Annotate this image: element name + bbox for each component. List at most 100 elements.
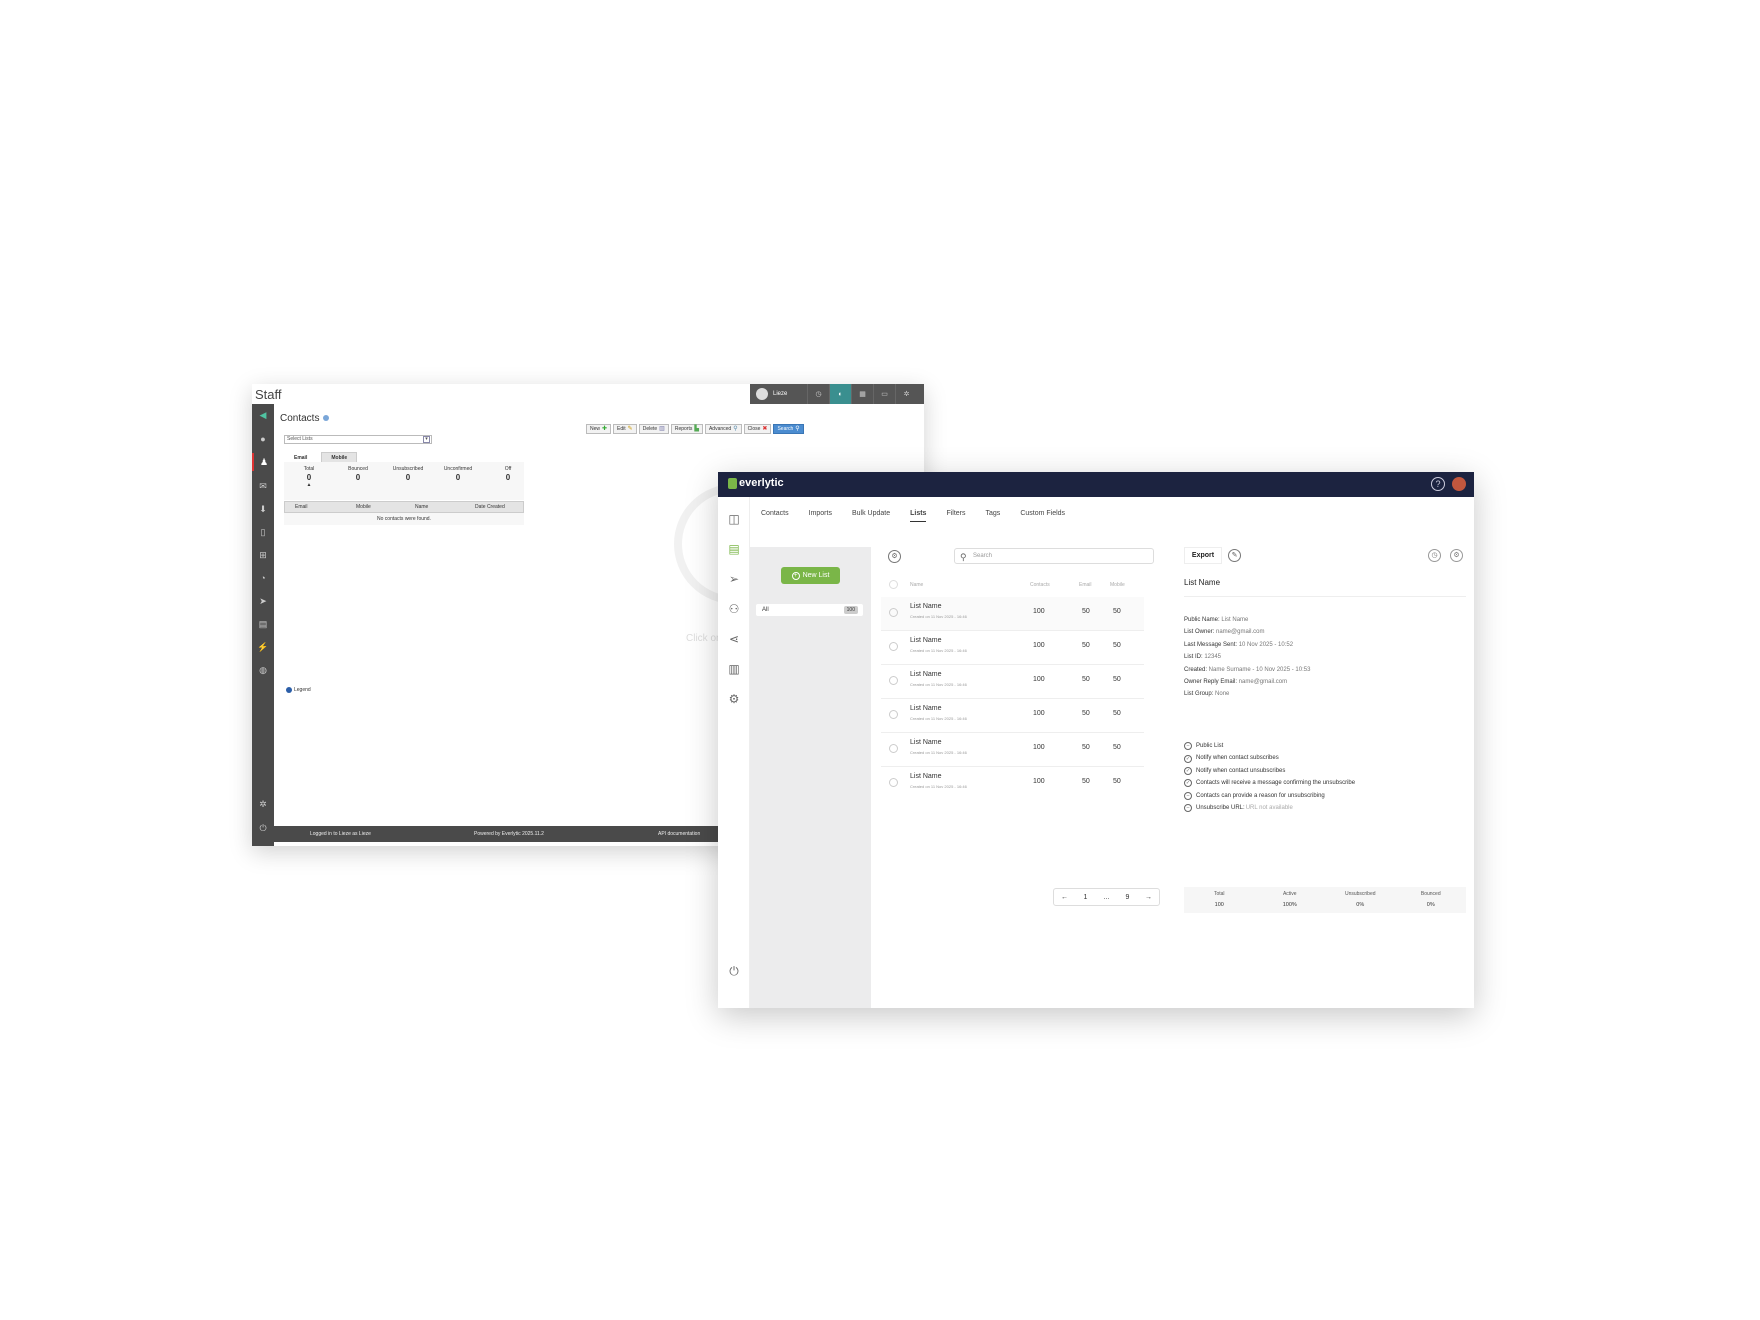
col-email[interactable]: Email xyxy=(1079,582,1092,588)
new-list-button[interactable]: + New List xyxy=(781,567,840,584)
info-value: List Name xyxy=(1219,617,1249,623)
tab-tags[interactable]: Tags xyxy=(986,510,1001,522)
info-label: List ID: xyxy=(1184,654,1203,661)
history-icon[interactable]: ◷ xyxy=(1428,549,1441,562)
old-globe-icon[interactable]: ◍ xyxy=(252,661,274,679)
workflow-icon[interactable]: ⚇ xyxy=(726,601,742,617)
table-row[interactable]: List Name Created on 11 Nov 2025 - 16:46… xyxy=(881,699,1144,733)
bar-chart-icon[interactable]: ▥ xyxy=(726,661,742,677)
info-value: None xyxy=(1213,691,1230,698)
row-checkbox[interactable] xyxy=(889,744,898,753)
send-icon[interactable]: ➢ xyxy=(726,571,742,587)
old-user-avatar[interactable] xyxy=(756,388,768,400)
col-name[interactable]: Name xyxy=(910,582,923,588)
old-help-icon[interactable] xyxy=(323,415,330,422)
help-icon[interactable]: ? xyxy=(1431,477,1445,491)
old-settings-icon[interactable]: ✲ xyxy=(252,795,274,813)
row-mobile: 50 xyxy=(1113,676,1121,683)
user-avatar[interactable] xyxy=(1452,477,1466,491)
pager-next-icon[interactable]: → xyxy=(1138,894,1159,901)
old-window-icon[interactable]: ▭ xyxy=(873,384,895,404)
old-palette-icon[interactable]: ◐ xyxy=(829,384,851,404)
row-checkbox[interactable] xyxy=(889,642,898,651)
old-send-icon[interactable]: ➤ xyxy=(252,592,274,610)
row-created: Created on 11 Nov 2025 - 16:46 xyxy=(910,784,967,789)
old-close-label: Close xyxy=(747,426,761,432)
pager-page-last[interactable]: 9 xyxy=(1117,894,1138,901)
row-checkbox[interactable] xyxy=(889,710,898,719)
old-search-button[interactable]: Search ⚲ xyxy=(773,424,804,434)
old-email-icon[interactable]: ✉ xyxy=(252,477,274,495)
option-notify-unsubscribe: ✓ Notify when contact unsubscribes xyxy=(1184,765,1355,777)
old-report-icon[interactable]: ▤ xyxy=(252,615,274,633)
old-new-button[interactable]: New ✚ xyxy=(586,424,612,434)
tab-bulk-update[interactable]: Bulk Update xyxy=(852,510,890,522)
summary-value: 100 xyxy=(1214,902,1224,908)
col-mobile[interactable]: Mobile xyxy=(1110,582,1125,588)
settings-icon[interactable]: ⚙ xyxy=(726,691,742,707)
old-palette-side-icon[interactable]: ◔ xyxy=(252,569,274,587)
list-groups-pane: + New List All 100 xyxy=(750,547,871,1008)
row-checkbox[interactable] xyxy=(889,778,898,787)
old-col-email[interactable]: Email xyxy=(295,504,308,510)
col-contacts[interactable]: Contacts xyxy=(1030,582,1050,588)
old-col-name[interactable]: Name xyxy=(415,504,428,510)
tab-contacts[interactable]: Contacts xyxy=(761,510,789,522)
table-row[interactable]: List Name Created on 11 Nov 2025 - 16:46… xyxy=(881,767,1144,801)
table-row[interactable]: List Name Created on 11 Nov 2025 - 16:46… xyxy=(881,631,1144,665)
old-col-mobile[interactable]: Mobile xyxy=(356,504,371,510)
row-created: Created on 11 Nov 2025 - 16:46 xyxy=(910,614,967,619)
old-contacts-icon[interactable]: ♟ xyxy=(252,453,274,471)
old-clock-icon[interactable]: ◷ xyxy=(807,384,829,404)
old-col-date-created[interactable]: Date Created xyxy=(475,504,505,510)
export-button[interactable]: Export xyxy=(1184,547,1222,564)
old-mobile-icon[interactable]: ▯ xyxy=(252,523,274,541)
old-legend-label: Legend xyxy=(294,687,311,693)
old-edit-label: Edit xyxy=(617,426,626,432)
tab-custom-fields[interactable]: Custom Fields xyxy=(1020,510,1065,522)
old-user-name[interactable]: Lieze xyxy=(773,391,807,397)
table-row[interactable]: List Name Created on 11 Nov 2025 - 16:46… xyxy=(881,597,1144,631)
pager-page-first[interactable]: 1 xyxy=(1075,894,1096,901)
old-delete-button[interactable]: Delete ▥ xyxy=(638,424,669,434)
old-footer-api-link[interactable]: API documentation xyxy=(658,831,700,837)
contacts-book-icon[interactable]: ▤ xyxy=(726,541,742,557)
old-list-select[interactable]: Select Lists ▾ xyxy=(284,435,432,444)
old-grid-icon[interactable]: ▦ xyxy=(851,384,873,404)
dashboard-icon[interactable]: ◫ xyxy=(726,511,742,527)
old-push-icon[interactable]: ⬇ xyxy=(252,500,274,518)
list-group-all[interactable]: All 100 xyxy=(756,604,863,616)
old-lightning-icon[interactable]: ⚡ xyxy=(252,638,274,656)
table-row[interactable]: List Name Created on 11 Nov 2025 - 16:46… xyxy=(881,733,1144,767)
table-row[interactable]: List Name Created on 11 Nov 2025 - 16:46… xyxy=(881,665,1144,699)
summary-value: 100% xyxy=(1282,902,1297,908)
old-advanced-label: Advanced xyxy=(708,426,732,432)
old-close-button[interactable]: Close ✖ xyxy=(743,424,772,434)
tab-filters[interactable]: Filters xyxy=(946,510,965,522)
old-dashboard-icon[interactable]: ● xyxy=(252,430,274,448)
old-advanced-button[interactable]: Advanced ⚲ xyxy=(704,424,742,434)
old-reports-button[interactable]: Reports ▙ xyxy=(670,424,703,434)
search-input[interactable]: ⚲ Search xyxy=(954,548,1154,564)
option-label: Notify when contact subscribes xyxy=(1196,755,1279,762)
old-sort-up-icon[interactable]: ▲ xyxy=(284,482,334,488)
old-chevron-down-icon[interactable]: ▾ xyxy=(423,436,430,443)
tab-lists[interactable]: Lists xyxy=(910,510,927,522)
tab-imports[interactable]: Imports xyxy=(809,510,832,522)
detail-settings-icon[interactable]: ⚙ xyxy=(1450,549,1463,562)
old-edit-button[interactable]: Edit ✎ xyxy=(613,424,637,434)
old-gear-icon[interactable]: ✲ xyxy=(895,384,917,404)
select-all-checkbox[interactable] xyxy=(889,580,898,589)
old-stat-total: Total 0 ▲ xyxy=(284,466,334,488)
power-icon[interactable]: ⏻ xyxy=(726,963,742,979)
column-settings-icon[interactable]: ⚙ xyxy=(888,550,901,563)
old-sitemap-icon[interactable]: ⊞ xyxy=(252,546,274,564)
edit-icon[interactable]: ✎ xyxy=(1228,549,1241,562)
new-logo[interactable]: everlytic xyxy=(728,477,784,489)
row-checkbox[interactable] xyxy=(889,608,898,617)
row-checkbox[interactable] xyxy=(889,676,898,685)
old-legend[interactable]: Legend xyxy=(286,687,311,693)
old-power-icon[interactable]: ⏻ xyxy=(252,819,274,837)
share-icon[interactable]: ⋖ xyxy=(726,631,742,647)
pager-prev-icon[interactable]: ← xyxy=(1054,894,1075,901)
